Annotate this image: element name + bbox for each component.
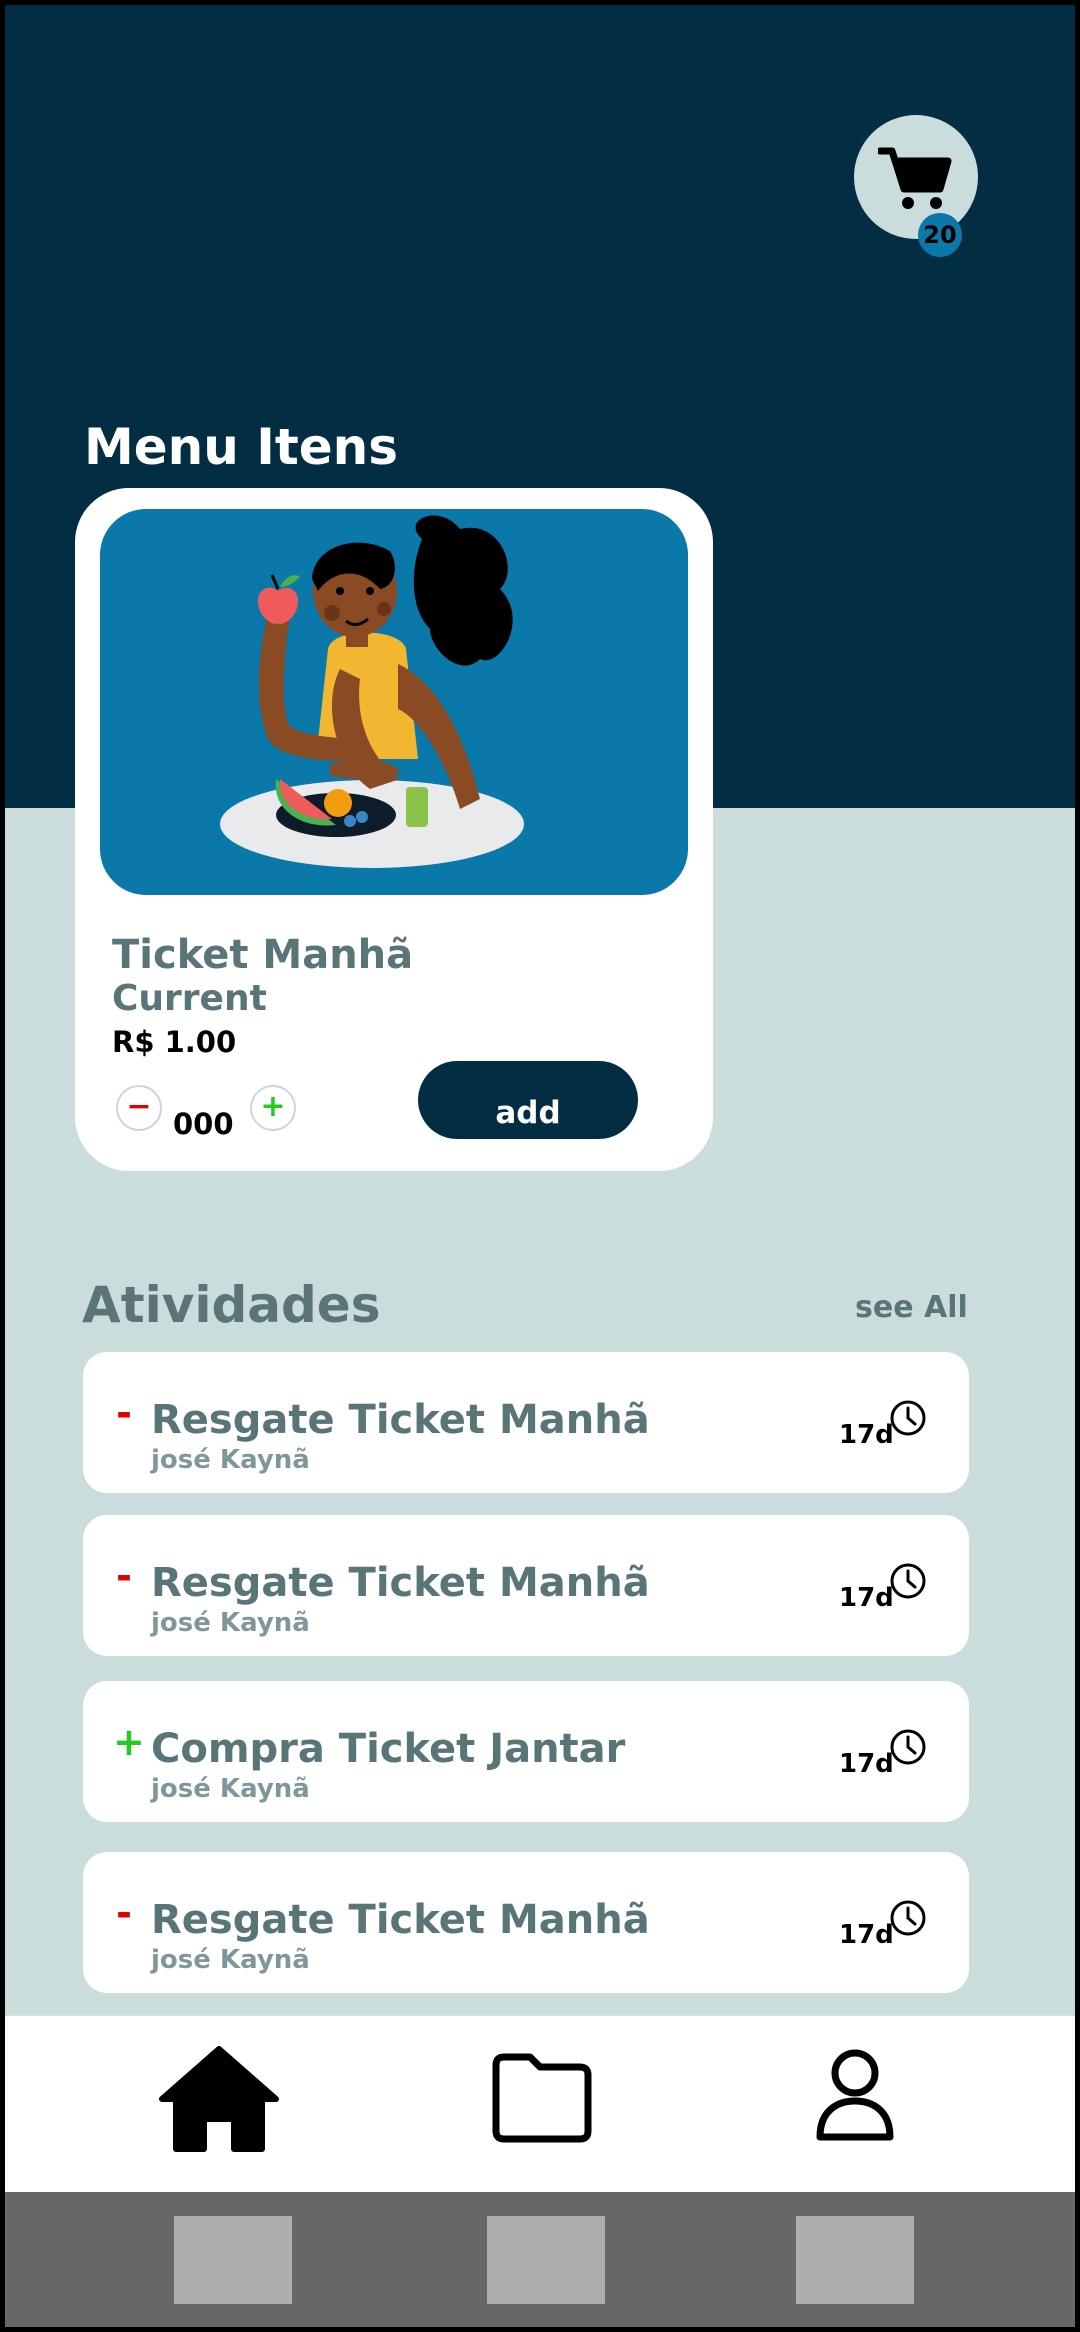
menu-item-subtitle: Current	[112, 978, 267, 1019]
activity-name: Resgate Ticket Manhã	[151, 1897, 650, 1943]
add-button[interactable]: add	[418, 1061, 638, 1139]
activity-sign: -	[116, 1891, 132, 1935]
clock-icon	[890, 1563, 926, 1599]
menu-item-name: Ticket Manhã	[112, 932, 414, 978]
activity-sign: +	[113, 1720, 145, 1764]
activity-item[interactable]: - Resgate Ticket Manhã josé Kaynã 17d	[83, 1515, 969, 1656]
activity-item[interactable]: - Resgate Ticket Manhã josé Kaynã 17d	[83, 1852, 969, 1993]
nav-home[interactable]	[158, 2045, 280, 2157]
system-back-button[interactable]	[174, 2216, 292, 2304]
see-all-link[interactable]: see All	[855, 1288, 968, 1328]
activity-item[interactable]: + Compra Ticket Jantar josé Kaynã 17d	[83, 1681, 969, 1822]
activity-name: Compra Ticket Jantar	[151, 1726, 626, 1772]
nav-profile[interactable]	[815, 2045, 895, 2149]
user-icon	[816, 2049, 894, 2141]
activity-user: josé Kaynã	[151, 1608, 310, 1638]
activity-time: 17d	[839, 1920, 894, 1950]
activity-user: josé Kaynã	[151, 1774, 310, 1804]
cart-count-badge: 20	[918, 213, 962, 257]
activity-time: 17d	[839, 1420, 894, 1450]
app-screen: 20 Menu Itens Ticket Manhã Current R$ 1.…	[5, 5, 1075, 2327]
activity-name: Resgate Ticket Manhã	[151, 1397, 650, 1443]
shopping-cart-icon	[878, 147, 952, 209]
folder-icon	[492, 2053, 592, 2143]
activity-user: josé Kaynã	[151, 1945, 310, 1975]
activity-sign: -	[116, 1391, 132, 1435]
activity-time: 17d	[839, 1583, 894, 1613]
clock-icon	[890, 1400, 926, 1436]
increase-quantity-button[interactable]: +	[250, 1085, 296, 1131]
home-icon	[159, 2046, 279, 2152]
activity-item[interactable]: - Resgate Ticket Manhã josé Kaynã 17d	[83, 1352, 969, 1493]
decrease-quantity-button[interactable]: −	[116, 1085, 162, 1131]
system-recents-button[interactable]	[796, 2216, 914, 2304]
menu-section-title: Menu Itens	[84, 418, 399, 476]
nav-folder[interactable]	[490, 2045, 594, 2149]
menu-item-image	[100, 509, 688, 895]
system-navigation-bar	[5, 2192, 1075, 2327]
girl-eating-illustration	[220, 515, 524, 868]
cart-button[interactable]	[854, 115, 978, 239]
menu-item-price: R$ 1.00	[112, 1025, 237, 1059]
clock-icon	[890, 1900, 926, 1936]
quantity-value: 000	[173, 1107, 234, 1141]
activity-sign: -	[116, 1554, 132, 1598]
bottom-navigation	[5, 2014, 1075, 2194]
activities-title: Atividades	[82, 1276, 381, 1334]
activity-user: josé Kaynã	[151, 1445, 310, 1475]
system-home-button[interactable]	[487, 2216, 605, 2304]
clock-icon	[890, 1729, 926, 1765]
activity-time: 17d	[839, 1749, 894, 1779]
activity-name: Resgate Ticket Manhã	[151, 1560, 650, 1606]
